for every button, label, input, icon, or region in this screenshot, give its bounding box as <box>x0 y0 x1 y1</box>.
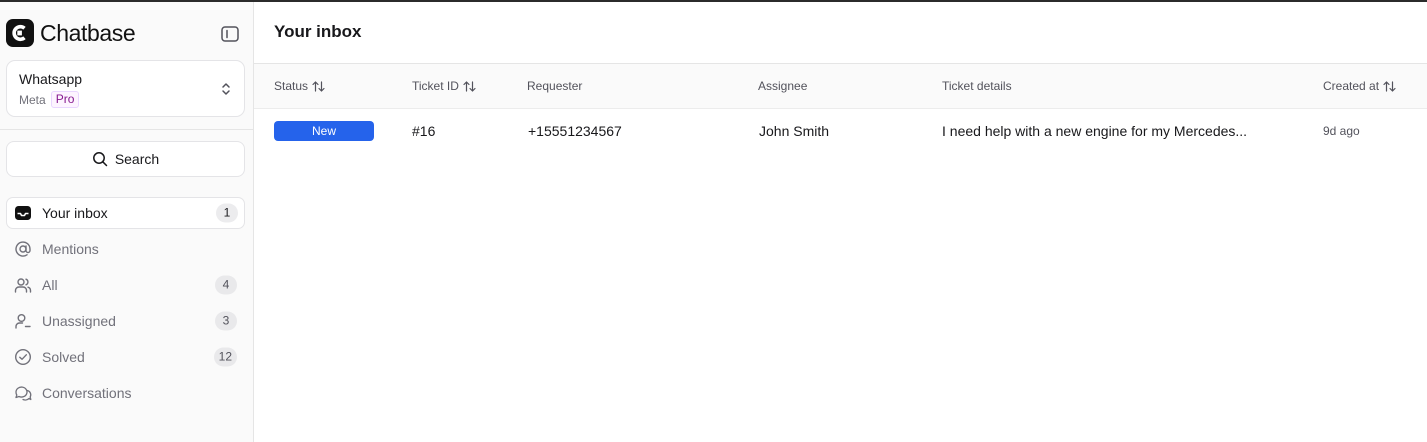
search-button[interactable]: Search <box>6 141 245 177</box>
search-label: Search <box>114 151 160 167</box>
user-unassigned-icon <box>14 312 32 330</box>
requester-cell: +15551234567 <box>528 123 622 139</box>
column-header-requester: Requester <box>527 64 582 108</box>
nav-item-all[interactable]: All 4 <box>6 269 245 301</box>
nav-item-solved[interactable]: Solved 12 <box>6 341 245 373</box>
column-header-ticket-details: Ticket details <box>942 64 1012 108</box>
users-icon <box>14 276 32 294</box>
nav-label: Your inbox <box>42 205 108 221</box>
column-label: Created at <box>1323 79 1380 93</box>
agent-name: Whatsapp <box>19 71 83 87</box>
nav-label: Solved <box>42 349 85 365</box>
status-badge: New <box>274 121 374 141</box>
nav-label: Mentions <box>42 241 99 257</box>
nav-item-conversations[interactable]: Conversations <box>6 377 245 409</box>
sort-icon <box>312 80 325 92</box>
inbox-nav: Your inbox 1 Mentions All 4 Unassigned 3… <box>6 197 245 413</box>
page-title: Your inbox <box>274 22 362 41</box>
main-content: Your inbox Status Ticket ID Requester As… <box>254 2 1427 442</box>
column-header-status[interactable]: Status <box>274 64 325 108</box>
column-label: Ticket details <box>942 79 1012 93</box>
nav-count-badge: 4 <box>215 275 237 295</box>
column-label: Ticket ID <box>412 79 459 93</box>
sidebar-divider <box>0 129 253 130</box>
ticket-id-cell: #16 <box>412 123 436 139</box>
nav-count-badge: 3 <box>215 311 237 331</box>
agent-selector[interactable]: Whatsapp Meta Pro <box>6 60 245 117</box>
sort-icon <box>1383 80 1396 92</box>
assignee-cell: John Smith <box>759 123 830 139</box>
chat-bubbles-icon <box>14 384 32 402</box>
column-label: Assignee <box>758 79 808 93</box>
table-row[interactable]: New #16 +15551234567 John Smith I need h… <box>254 109 1427 153</box>
at-sign-icon <box>14 240 32 258</box>
sidebar: Chatbase Whatsapp Meta Pro Search Your i… <box>0 2 254 442</box>
chatbase-logo-icon <box>6 19 34 47</box>
check-circle-icon <box>14 348 32 366</box>
nav-label: Conversations <box>42 385 132 401</box>
nav-item-unassigned[interactable]: Unassigned 3 <box>6 305 245 337</box>
column-header-assignee: Assignee <box>758 64 807 108</box>
inbox-icon <box>14 204 32 222</box>
nav-count-badge: 12 <box>213 347 237 367</box>
column-header-ticket-id[interactable]: Ticket ID <box>412 64 476 108</box>
chevrons-up-down-icon <box>222 83 230 95</box>
agent-provider-row: Meta Pro <box>19 91 80 108</box>
brand-name: Chatbase <box>40 19 136 46</box>
column-label: Requester <box>527 79 583 93</box>
agent-provider: Meta <box>19 92 46 107</box>
pro-badge: Pro <box>50 91 80 108</box>
created-at-cell: 9d ago <box>1323 124 1360 138</box>
status-cell: New <box>274 109 374 153</box>
table-header: Status Ticket ID Requester Assignee Tick… <box>254 63 1427 109</box>
nav-label: All <box>42 277 58 293</box>
search-icon <box>92 152 108 167</box>
brand: Chatbase <box>6 19 136 47</box>
nav-item-your-inbox[interactable]: Your inbox 1 <box>6 197 245 229</box>
nav-count-badge: 1 <box>216 203 238 223</box>
nav-label: Unassigned <box>42 313 116 329</box>
column-label: Status <box>274 79 309 93</box>
nav-item-mentions[interactable]: Mentions <box>6 233 245 265</box>
sidebar-toggle-icon[interactable] <box>221 25 239 42</box>
sort-icon <box>463 80 476 92</box>
column-header-created-at[interactable]: Created at <box>1323 64 1396 108</box>
ticket-details-cell: I need help with a new engine for my Mer… <box>942 123 1248 139</box>
